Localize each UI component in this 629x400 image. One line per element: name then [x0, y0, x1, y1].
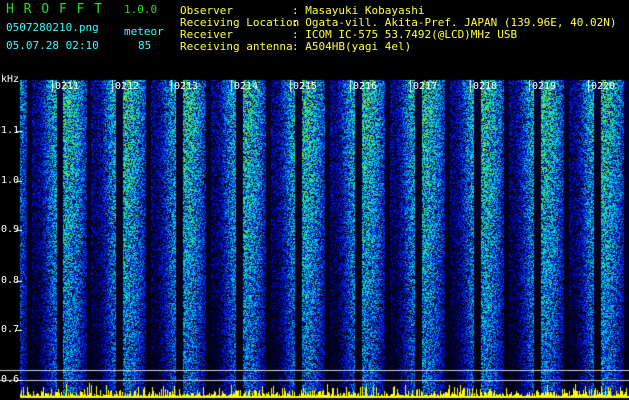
- info-label-receiver: Receiver: [180, 28, 233, 41]
- y-axis-unit: kHz: [1, 74, 20, 85]
- info-value-receiver: : ICOM IC-575 53.7492(@LCD)MHz USB: [292, 28, 518, 41]
- y-tick-label: 0.9: [1, 224, 20, 235]
- y-tick-label: 0.7: [1, 324, 20, 335]
- info-label-observer: Observer: [180, 4, 233, 17]
- filename-label: 0507280210.png: [6, 21, 99, 34]
- count-value: 85: [138, 39, 152, 52]
- info-label-location: Receiving Location: [180, 16, 300, 29]
- info-label-antenna: Receiving antenna: [180, 40, 293, 53]
- time-label: 0219: [532, 81, 557, 92]
- time-label: 0214: [234, 81, 259, 92]
- info-value-observer: : Masayuki Kobayashi: [292, 4, 425, 17]
- info-value-antenna: : A504HB(yagi 4el): [292, 40, 412, 53]
- time-label: 0211: [55, 81, 80, 92]
- time-label: 0217: [413, 81, 438, 92]
- count-label: meteor: [124, 25, 164, 38]
- time-label: 0218: [473, 81, 498, 92]
- info-value-location: : Ogata-vill. Akita-Pref. JAPAN (139.96E…: [292, 16, 617, 29]
- y-tick-label: 0.8: [1, 275, 20, 286]
- app-version: 1.0.0: [124, 3, 158, 16]
- time-label: 0216: [353, 81, 378, 92]
- spectrogram-canvas: [0, 0, 629, 400]
- datetime-label: 05.07.28 02:10: [6, 39, 99, 52]
- y-tick-label: 1.0: [1, 175, 20, 186]
- app-title: H R O F F T: [6, 2, 104, 17]
- time-label: 0212: [115, 81, 140, 92]
- y-tick-label: 1.1: [1, 125, 20, 136]
- time-label: 0215: [293, 81, 318, 92]
- time-label: 0213: [174, 81, 199, 92]
- time-label: 0220: [591, 81, 616, 92]
- y-tick-label: 0.6: [1, 374, 20, 385]
